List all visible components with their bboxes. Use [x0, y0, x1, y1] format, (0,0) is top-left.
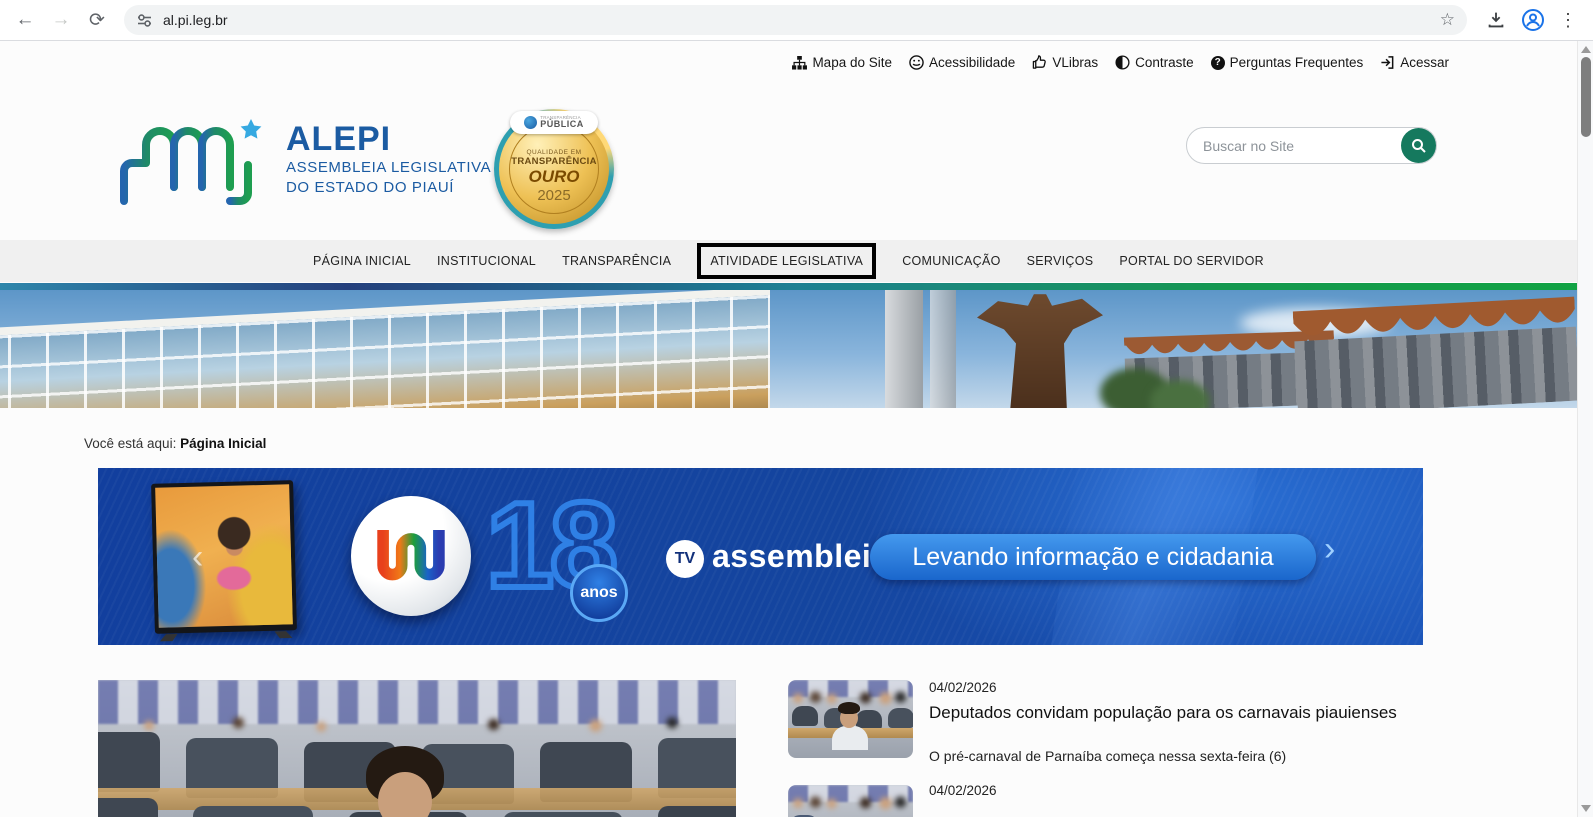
- medal-banner-main: PÚBLICA: [540, 120, 584, 129]
- downloads-icon[interactable]: [1485, 9, 1507, 31]
- carousel-prev-icon[interactable]: ‹: [192, 540, 203, 574]
- hero-arched-building-near: [1292, 290, 1577, 408]
- transparency-medal: TRANSPARÊNCIA PÚBLICA QUALIDADE EM TRANS…: [494, 109, 614, 229]
- nav-servicos[interactable]: SERVIÇOS: [1027, 254, 1094, 268]
- nav-pagina-inicial[interactable]: PÁGINA INICIAL: [313, 254, 411, 268]
- scroll-down-icon[interactable]: [1581, 805, 1591, 812]
- medal-banner: TRANSPARÊNCIA PÚBLICA: [510, 111, 598, 134]
- webpage: Mapa do Site Acessibilidade VLibras Cont…: [0, 41, 1577, 817]
- search-input[interactable]: [1187, 138, 1401, 154]
- banner-tv-image: [151, 480, 297, 634]
- thumbs-up-icon: [1032, 55, 1047, 70]
- question-icon: ?: [1211, 56, 1225, 70]
- scroll-up-icon[interactable]: [1581, 46, 1591, 53]
- medal-line1: QUALIDADE EM: [510, 149, 598, 156]
- gradient-divider: [0, 283, 1577, 290]
- alepi-building-icon: [118, 109, 270, 209]
- reload-icon[interactable]: ⟳: [82, 5, 112, 35]
- address-bar[interactable]: al.pi.leg.br ☆: [124, 5, 1467, 35]
- profile-avatar-icon[interactable]: [1521, 8, 1545, 32]
- tv-assembleia-logo: [351, 496, 471, 616]
- nav-transparencia[interactable]: TRANSPARÊNCIA: [562, 254, 671, 268]
- news-section: 04/02/2026 Deputados convidam população …: [98, 680, 1553, 817]
- search-button[interactable]: [1401, 128, 1436, 163]
- browser-menu-icon[interactable]: ⋮: [1559, 10, 1577, 31]
- nav-portal-do-servidor[interactable]: PORTAL DO SERVIDOR: [1119, 254, 1264, 268]
- faq-link[interactable]: ? Perguntas Frequentes: [1211, 55, 1364, 70]
- site-logo[interactable]: ALEPI ASSEMBLEIA LEGISLATIVA DO ESTADO D…: [118, 109, 491, 209]
- logo-line2: DO ESTADO DO PIAUÍ: [286, 179, 491, 196]
- channel-name: assembleia: [712, 538, 890, 575]
- hero-statue: [965, 294, 1115, 408]
- sign-in-icon: [1380, 55, 1395, 70]
- news-thumbnail[interactable]: [788, 680, 913, 758]
- news-item: 04/02/2026: [929, 783, 1554, 798]
- nav-comunicacao[interactable]: COMUNICAÇÃO: [902, 254, 1000, 268]
- main-nav: PÁGINA INICIAL INSTITUCIONAL TRANSPARÊNC…: [0, 240, 1577, 282]
- site-settings-icon[interactable]: [136, 12, 153, 29]
- banner-anos-badge: anos: [570, 564, 628, 622]
- utility-label: Perguntas Frequentes: [1230, 55, 1364, 70]
- tv-badge: TV: [666, 540, 704, 578]
- utility-label: Mapa do Site: [812, 55, 892, 70]
- news-date: 04/02/2026: [929, 680, 1554, 695]
- nav-atividade-legislativa[interactable]: ATIVIDADE LEGISLATIVA: [697, 243, 876, 279]
- page-scrollbar[interactable]: [1577, 41, 1593, 817]
- hero-image: [0, 290, 1577, 408]
- smiley-icon: [909, 55, 924, 70]
- news-summary: O pré-carnaval de Parnaíba começa nessa …: [929, 748, 1554, 764]
- nav-institucional[interactable]: INSTITUCIONAL: [437, 254, 536, 268]
- site-search: [1186, 127, 1437, 164]
- rainbow-w-icon: [372, 525, 450, 587]
- utility-label: VLibras: [1052, 55, 1098, 70]
- forward-icon[interactable]: →: [46, 5, 76, 35]
- medal-banner-logo-icon: [524, 116, 537, 129]
- url-text[interactable]: al.pi.leg.br: [163, 12, 1430, 28]
- search-icon: [1411, 138, 1427, 154]
- vlibras-link[interactable]: VLibras: [1032, 55, 1098, 70]
- sitemap-icon: [792, 56, 807, 70]
- news-item: 04/02/2026 Deputados convidam população …: [929, 680, 1554, 723]
- news-summary-row: O pré-carnaval de Parnaíba começa nessa …: [929, 748, 1554, 764]
- logo-acronym: ALEPI: [286, 122, 491, 156]
- browser-toolbar: ← → ⟳ al.pi.leg.br ☆ ⋮: [0, 0, 1593, 40]
- logo-line1: ASSEMBLEIA LEGISLATIVA: [286, 159, 491, 176]
- breadcrumb-prefix: Você está aqui:: [84, 436, 176, 451]
- news-date: 04/02/2026: [929, 783, 1554, 798]
- breadcrumb-current[interactable]: Página Inicial: [180, 436, 266, 451]
- scrollbar-thumb[interactable]: [1581, 57, 1591, 137]
- logo-wordmark: ALEPI ASSEMBLEIA LEGISLATIVA DO ESTADO D…: [286, 122, 491, 196]
- hero-glass-building: [0, 290, 770, 408]
- medal-year: 2025: [510, 187, 598, 204]
- utility-label: Acessar: [1400, 55, 1449, 70]
- banner-tagline: Levando informação e cidadania: [870, 534, 1316, 580]
- utility-nav: Mapa do Site Acessibilidade VLibras Cont…: [792, 55, 1449, 70]
- carousel-next-icon[interactable]: ›: [1324, 532, 1335, 566]
- bookmark-star-icon[interactable]: ☆: [1440, 10, 1455, 30]
- accessibility-link[interactable]: Acessibilidade: [909, 55, 1015, 70]
- news-thumbnail[interactable]: [788, 785, 913, 817]
- utility-label: Contraste: [1135, 55, 1194, 70]
- featured-news-image[interactable]: [98, 680, 736, 817]
- medal-line2: TRANSPARÊNCIA: [510, 156, 598, 167]
- medal-line3: OURO: [510, 167, 598, 187]
- contrast-link[interactable]: Contraste: [1115, 55, 1194, 70]
- breadcrumb: Você está aqui: Página Inicial: [84, 436, 266, 451]
- tv-assembleia-banner[interactable]: ‹ 18 anos TV assembleia Levando informaç…: [98, 468, 1423, 645]
- login-link[interactable]: Acessar: [1380, 55, 1449, 70]
- back-icon[interactable]: ←: [10, 5, 40, 35]
- sitemap-link[interactable]: Mapa do Site: [792, 55, 892, 70]
- utility-label: Acessibilidade: [929, 55, 1015, 70]
- news-title[interactable]: Deputados convidam população para os car…: [929, 702, 1554, 723]
- contrast-icon: [1115, 55, 1130, 70]
